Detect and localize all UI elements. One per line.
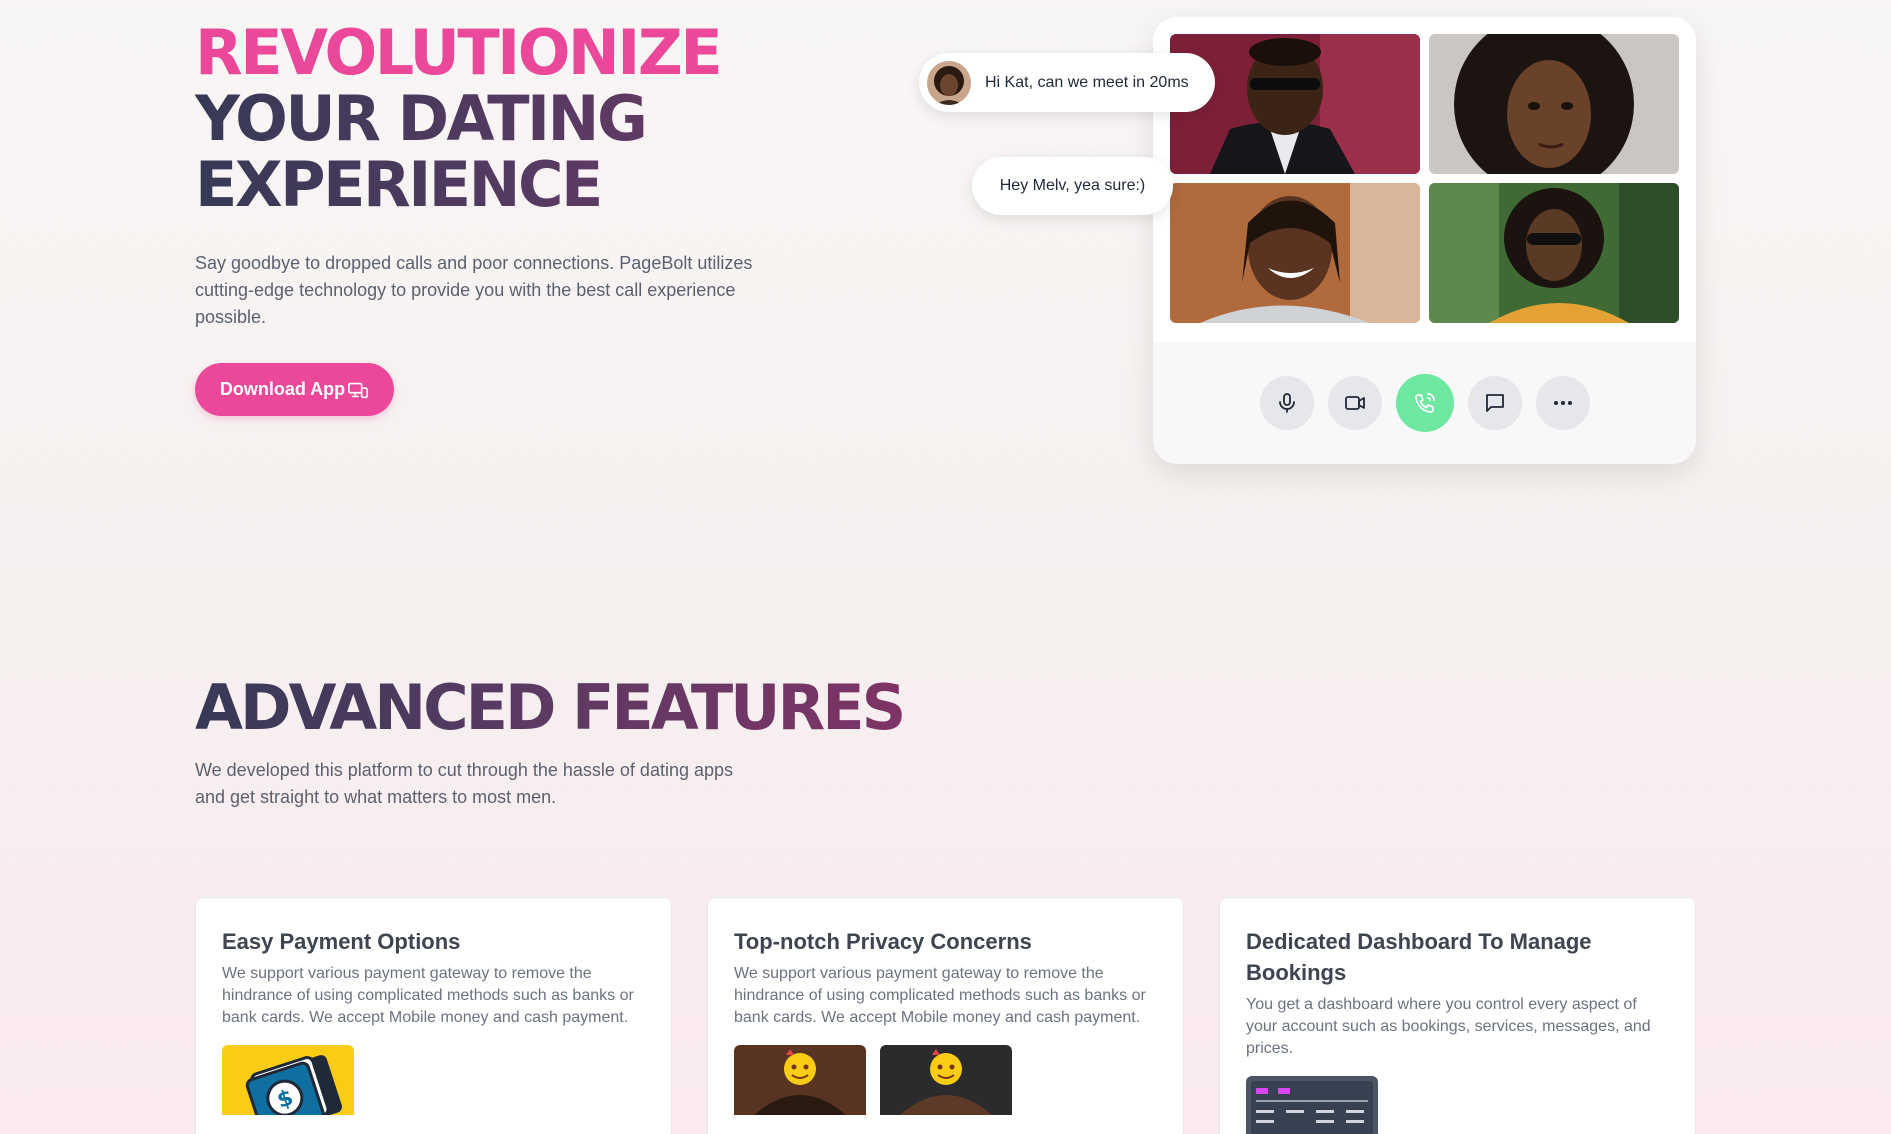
dashboard-preview	[1246, 1076, 1378, 1134]
hero-title-line-3: EXPERIENCE	[195, 152, 895, 218]
feature-card-title: Easy Payment Options	[222, 929, 461, 954]
features-description: We developed this platform to cut throug…	[195, 760, 734, 807]
privacy-photo-2	[880, 1045, 1012, 1115]
payment-money-icon: $	[222, 1045, 354, 1115]
mute-button[interactable]	[1259, 376, 1314, 430]
video-grid	[1153, 17, 1696, 342]
phone-call-icon	[1414, 393, 1435, 413]
chat-bubble-icon	[1485, 394, 1504, 412]
hero-title: REVOLUTIONIZE YOUR DATING EXPERIENCE	[195, 20, 895, 218]
video-tile-woman-curly-hair[interactable]	[1429, 34, 1679, 174]
feature-card-text: We support various payment gateway to re…	[222, 965, 634, 1026]
feature-card-text: We support various payment gateway to re…	[734, 965, 1146, 1026]
video-tile-man-smiling[interactable]	[1170, 183, 1420, 323]
call-button[interactable]	[1395, 374, 1454, 432]
more-options-icon	[1553, 401, 1572, 405]
feature-card-title: Dedicated Dashboard To Manage Bookings	[1246, 929, 1592, 985]
privacy-photo-1	[734, 1045, 866, 1115]
microphone-icon	[1278, 393, 1295, 413]
feature-card-title: Top-notch Privacy Concerns	[734, 929, 1032, 954]
hero-description: Say goodbye to dropped calls and poor co…	[195, 253, 753, 327]
chat-bubble-outgoing: Hi Kat, can we meet in 20ms	[919, 53, 1215, 112]
feature-card-privacy: Top-notch Privacy Concerns We support va…	[707, 897, 1184, 1134]
feature-card-payment: Easy Payment Options We support various …	[195, 897, 672, 1134]
download-app-button[interactable]: Download App	[195, 363, 394, 416]
chat-bubble-incoming: Hey Melv, yea sure:)	[972, 157, 1173, 215]
video-toggle-button[interactable]	[1327, 376, 1382, 430]
devices-icon	[348, 382, 369, 398]
more-options-button[interactable]	[1535, 376, 1590, 430]
chat-message-2: Hey Melv, yea sure:)	[999, 177, 1146, 194]
video-tile-woman-park[interactable]	[1429, 183, 1679, 323]
avatar	[927, 60, 971, 105]
features-title: ADVANCED FEATURES	[195, 671, 906, 744]
chat-button[interactable]	[1467, 376, 1522, 430]
video-call-card	[1153, 17, 1696, 464]
feature-card-dashboard: Dedicated Dashboard To Manage Bookings Y…	[1219, 897, 1696, 1134]
video-camera-icon	[1344, 396, 1365, 410]
feature-card-text: You get a dashboard where you control ev…	[1246, 996, 1651, 1057]
video-tile-man-sunglasses[interactable]	[1170, 34, 1420, 174]
chat-message-1: Hi Kat, can we meet in 20ms	[985, 73, 1189, 91]
call-controls	[1153, 342, 1696, 464]
hero-title-line-2: YOUR DATING	[195, 86, 895, 152]
hero-title-line-1: REVOLUTIONIZE	[195, 16, 723, 89]
download-app-label: Download App	[219, 379, 346, 399]
